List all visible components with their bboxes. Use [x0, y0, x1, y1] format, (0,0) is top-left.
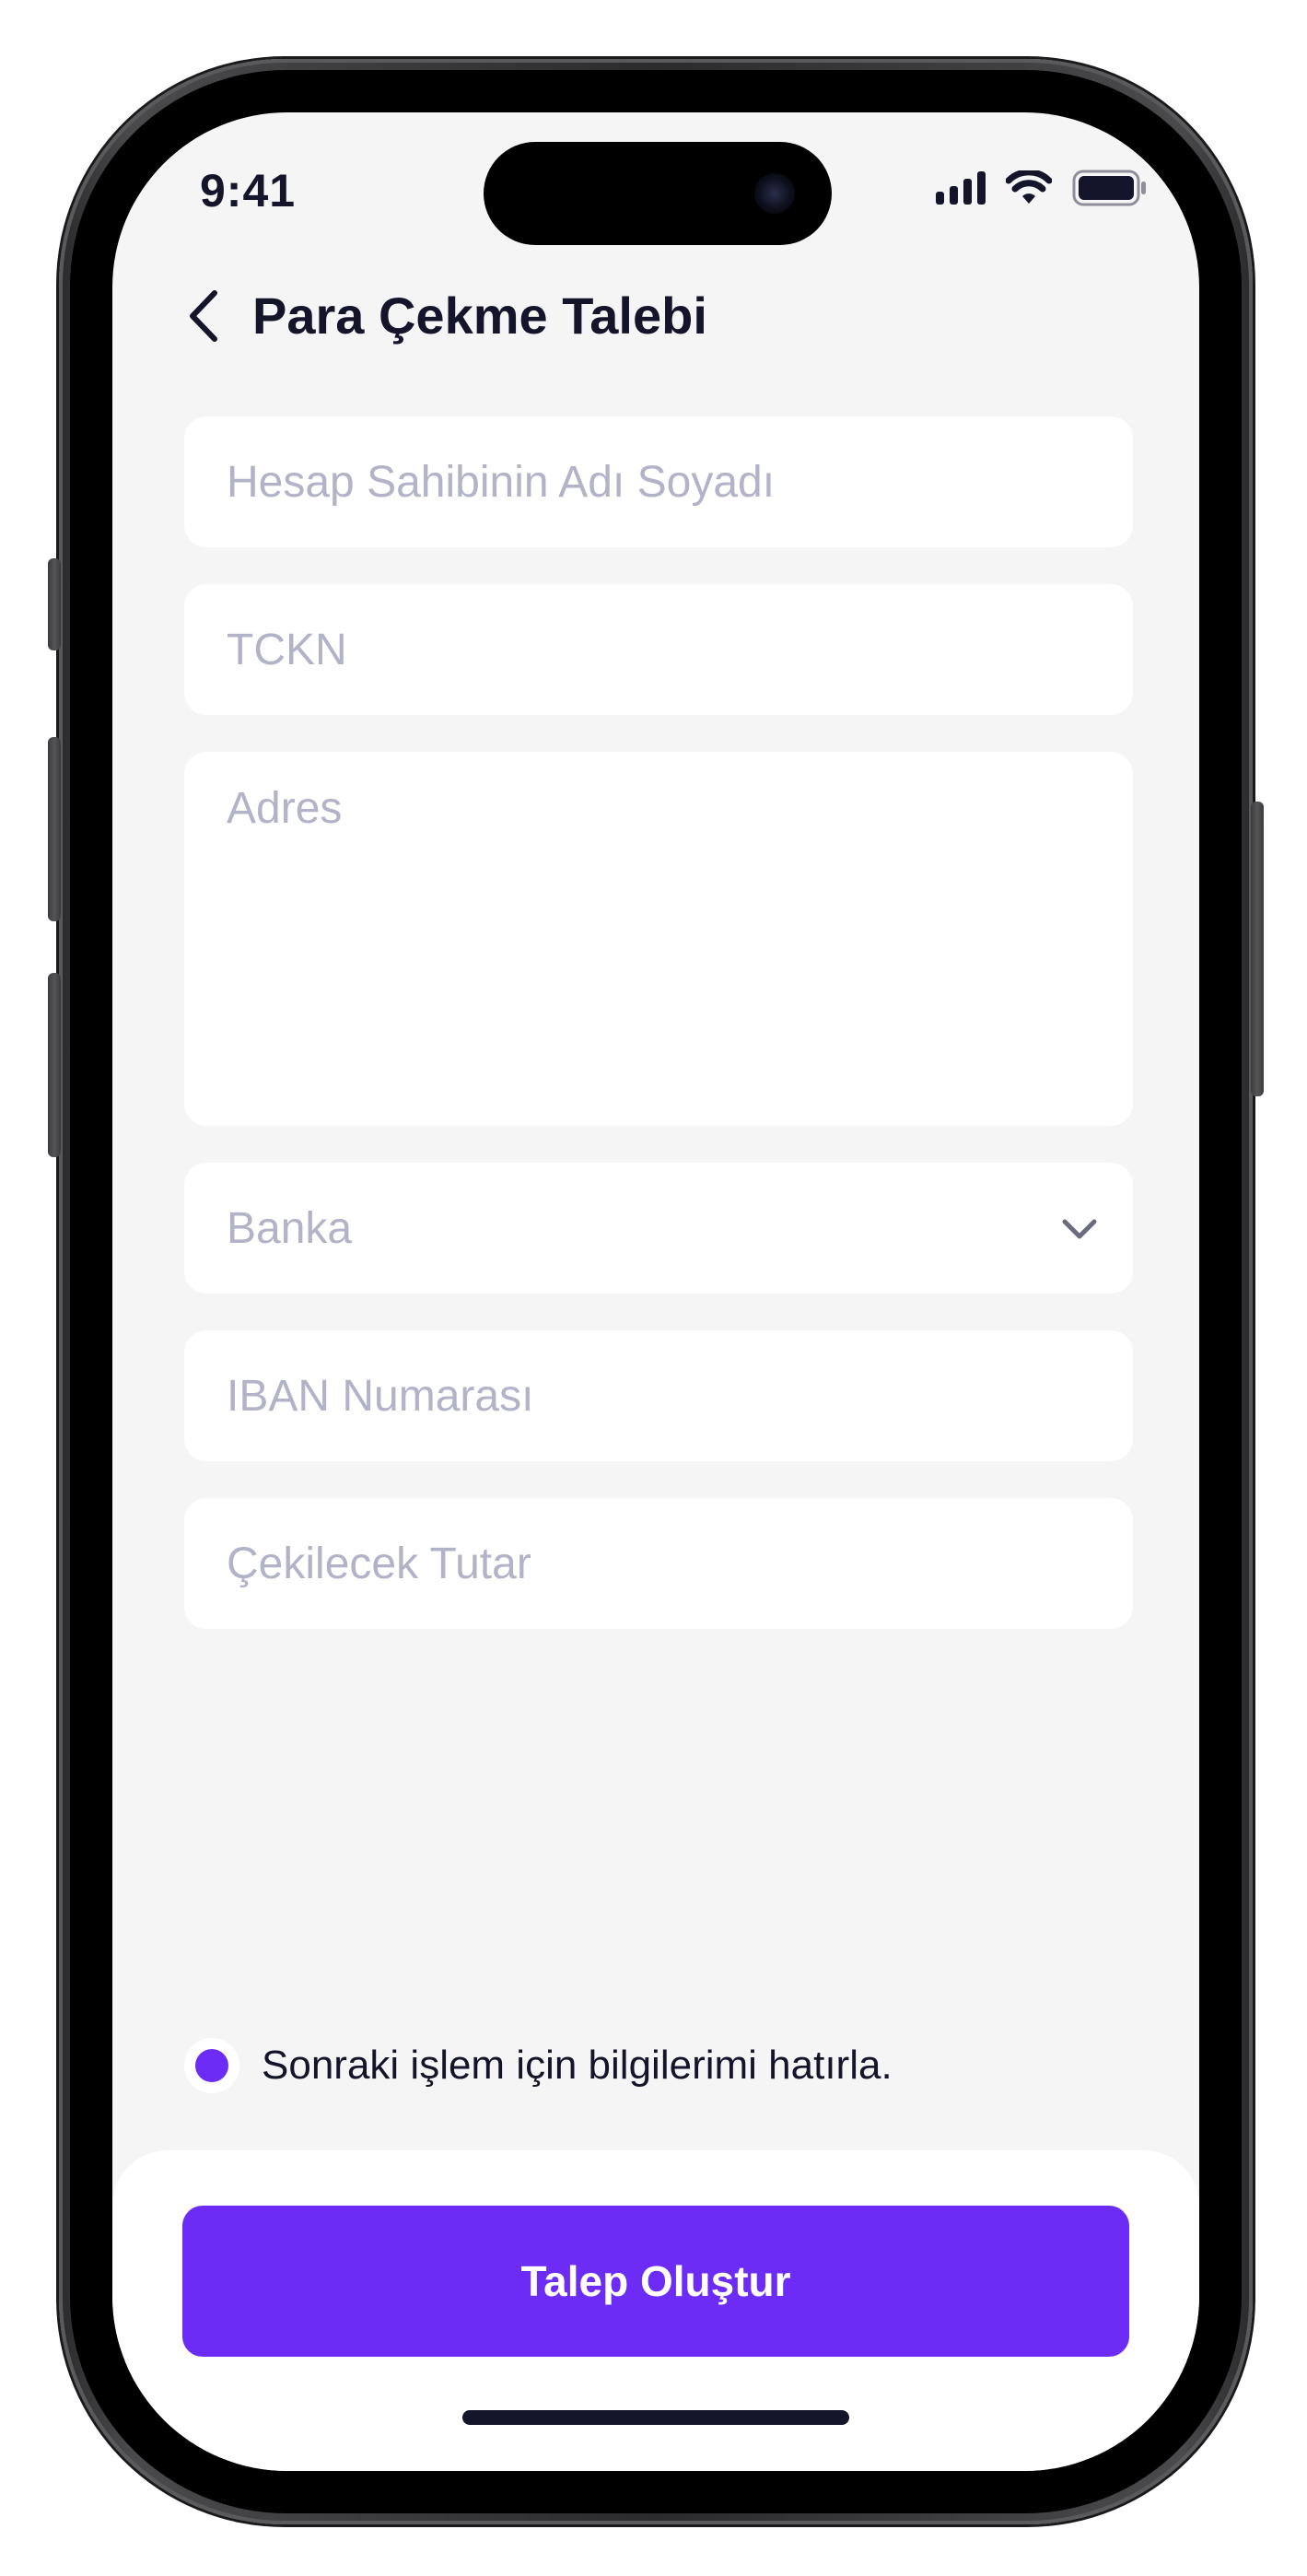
- action-button: [48, 558, 61, 650]
- front-camera: [754, 173, 795, 214]
- dynamic-island: [484, 142, 832, 245]
- wifi-icon: [1006, 170, 1052, 204]
- tckn-input[interactable]: [184, 584, 1133, 715]
- chevron-left-icon: [190, 289, 217, 342]
- bottom-action-panel: Talep Oluştur: [112, 2150, 1199, 2471]
- home-indicator[interactable]: [462, 2410, 849, 2425]
- back-button[interactable]: [177, 287, 228, 345]
- iban-input[interactable]: [184, 1330, 1133, 1461]
- tckn-field: [184, 584, 1133, 715]
- amount-input[interactable]: [184, 1498, 1133, 1629]
- chevron-down-icon: [1062, 1219, 1097, 1239]
- amount-field: [184, 1498, 1133, 1629]
- status-time: 9:41: [200, 165, 297, 217]
- app-screen: 9:41 Para Çekme Talebi Hesap Sahibinin A…: [112, 112, 1199, 2471]
- address-field: [184, 752, 1133, 1126]
- page-header: Para Çekme Talebi: [177, 286, 707, 345]
- status-icons: [936, 170, 1148, 206]
- power-button: [1251, 802, 1264, 1096]
- account-holder-field: [184, 416, 1133, 547]
- volume-up-button: [48, 737, 61, 921]
- battery-icon: [1072, 170, 1146, 206]
- create-request-button[interactable]: Talep Oluştur: [182, 2206, 1129, 2357]
- page-title: Para Çekme Talebi: [252, 287, 707, 345]
- cellular-signal-icon: [936, 171, 986, 205]
- remember-radio[interactable]: [184, 2038, 239, 2093]
- address-input[interactable]: [184, 752, 1133, 1126]
- iban-field: [184, 1330, 1133, 1461]
- radio-selected-dot: [195, 2049, 228, 2082]
- remember-label: Sonraki işlem için bilgilerimi hatırla.: [262, 2043, 893, 2088]
- bank-select[interactable]: Banka: [184, 1163, 1133, 1294]
- account-holder-input[interactable]: [184, 416, 1133, 547]
- remember-option[interactable]: Sonraki işlem için bilgilerimi hatırla.: [184, 2038, 893, 2093]
- volume-down-button: [48, 973, 61, 1157]
- bank-select-placeholder: Banka: [227, 1203, 353, 1253]
